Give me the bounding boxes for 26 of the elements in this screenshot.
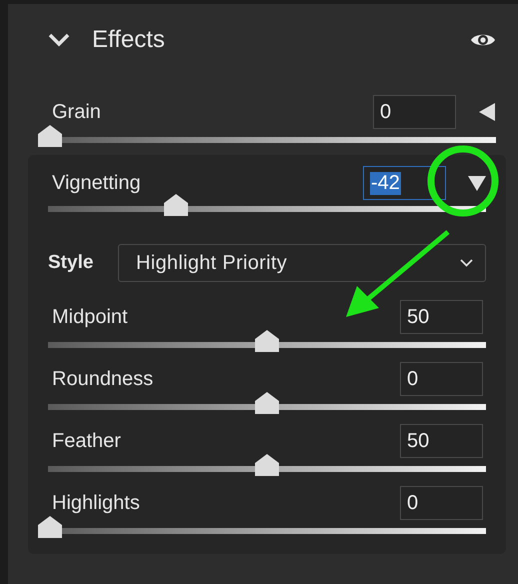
slider-label: Highlights xyxy=(51,492,141,514)
caret-icon xyxy=(460,259,473,267)
disclosure-triangle-icon[interactable] xyxy=(468,174,486,192)
slider-label: Midpoint xyxy=(51,306,129,328)
value-field[interactable]: 0 xyxy=(400,362,483,396)
value-field[interactable]: 0 xyxy=(373,95,456,129)
chevron-icon[interactable] xyxy=(48,33,70,47)
slider-label: Feather xyxy=(51,430,122,452)
value-field[interactable]: 50 xyxy=(400,300,483,334)
slider-thumb[interactable] xyxy=(255,454,279,476)
slider-label: Roundness xyxy=(51,368,154,390)
selected-text: -42 xyxy=(370,172,401,194)
slider-label: Vignetting xyxy=(51,172,142,194)
style-dropdown[interactable]: Highlight Priority xyxy=(118,244,486,282)
slider-thumb[interactable] xyxy=(38,516,62,538)
disclosure-triangle-icon[interactable] xyxy=(478,103,496,121)
slider-label: Grain xyxy=(51,100,102,124)
slider-thumb[interactable] xyxy=(164,194,188,216)
value-field[interactable]: 50 xyxy=(400,424,483,458)
slider-thumb[interactable] xyxy=(38,125,62,147)
style-label: Style xyxy=(48,252,94,274)
slider-thumb[interactable] xyxy=(255,330,279,352)
slider-thumb[interactable] xyxy=(255,392,279,414)
section-title: Effects xyxy=(92,26,166,54)
value-field[interactable]: 0 xyxy=(400,486,483,520)
value-field[interactable]: -42 xyxy=(363,166,446,200)
